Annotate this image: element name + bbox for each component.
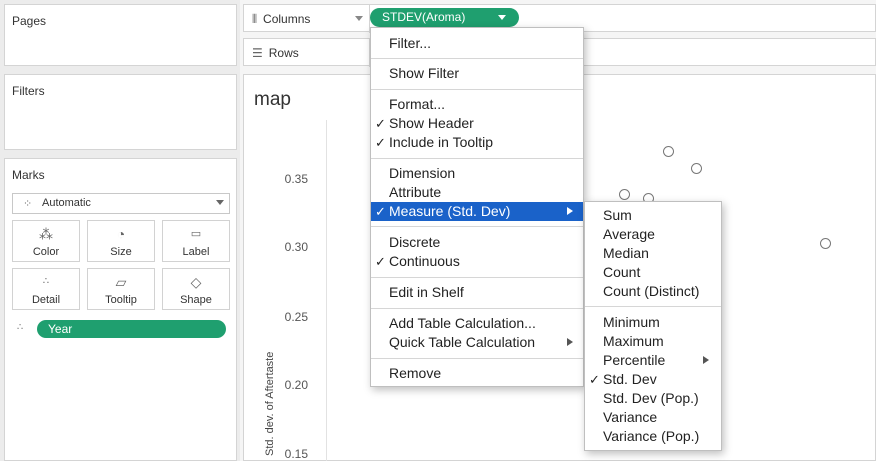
- submenu-item-variance-pop[interactable]: Variance (Pop.): [585, 427, 721, 446]
- submenu-item-sum[interactable]: Sum: [585, 206, 721, 225]
- filters-title: Filters: [12, 84, 45, 98]
- field-context-menu: Filter... Show Filter Format... ✓ Show He…: [370, 27, 584, 387]
- aggregation-submenu: Sum Average Median Count Count (Distinct…: [584, 201, 722, 451]
- submenu-arrow-icon: [567, 338, 573, 346]
- pages-title: Pages: [12, 14, 47, 28]
- menu-item-dimension[interactable]: Dimension: [371, 164, 583, 183]
- submenu-item-count[interactable]: Count: [585, 263, 721, 282]
- menu-separator: [585, 306, 721, 307]
- label-button[interactable]: ▭ Label: [162, 220, 230, 262]
- year-pill-label: Year: [48, 322, 73, 336]
- color-label: Color: [32, 246, 60, 258]
- menu-item-measure[interactable]: ✓ Measure (Std. Dev): [371, 202, 583, 221]
- chevron-down-icon: [216, 200, 224, 205]
- menu-item-show-filter[interactable]: Show Filter: [371, 64, 583, 83]
- stdev-pill-label: STDEV(Aroma): [382, 10, 466, 24]
- detail-icon: ∴: [42, 276, 50, 287]
- columns-shelf-label: ⫴ Columns: [252, 12, 311, 26]
- label-icon: ▭: [190, 228, 202, 240]
- menu-item-filter[interactable]: Filter...: [371, 34, 583, 53]
- submenu-arrow-icon: [567, 207, 573, 215]
- sheet-title: map: [254, 89, 291, 110]
- submenu-item-average[interactable]: Average: [585, 225, 721, 244]
- rows-shelf-label: ☰ Rows: [252, 46, 299, 60]
- mark-type-value: Automatic: [42, 197, 91, 209]
- submenu-item-median[interactable]: Median: [585, 244, 721, 263]
- menu-item-show-header[interactable]: ✓ Show Header: [371, 114, 583, 133]
- check-icon: ✓: [375, 116, 386, 131]
- menu-item-attribute[interactable]: Attribute: [371, 183, 583, 202]
- check-icon: ✓: [375, 135, 386, 150]
- y-axis-line: [326, 120, 327, 461]
- y-axis-title: Std. dev. of Aftertaste: [264, 351, 276, 456]
- shape-label: Shape: [180, 294, 212, 306]
- shape-icon: ◇: [190, 274, 202, 290]
- y-tick: 0.30: [284, 240, 308, 254]
- menu-separator: [371, 58, 583, 59]
- menu-item-remove[interactable]: Remove: [371, 364, 583, 383]
- menu-separator: [371, 277, 583, 278]
- y-tick: 0.35: [284, 172, 308, 186]
- menu-separator: [371, 89, 583, 90]
- menu-item-quick-table-calc[interactable]: Quick Table Calculation: [371, 333, 583, 352]
- submenu-arrow-icon: [703, 356, 709, 364]
- submenu-item-variance[interactable]: Variance: [585, 408, 721, 427]
- submenu-item-std-dev-pop[interactable]: Std. Dev (Pop.): [585, 389, 721, 408]
- menu-separator: [371, 158, 583, 159]
- marks-title: Marks: [12, 168, 45, 182]
- scatter-point[interactable]: [619, 189, 630, 200]
- year-detail-pill[interactable]: Year: [37, 320, 226, 338]
- detail-label: Detail: [31, 294, 61, 306]
- menu-item-add-table-calc[interactable]: Add Table Calculation...: [371, 314, 583, 333]
- tooltip-label: Tooltip: [105, 294, 137, 306]
- rows-icon: ☰: [252, 46, 263, 60]
- scatter-point[interactable]: [663, 146, 674, 157]
- color-icon: ⁂: [39, 226, 53, 242]
- menu-item-discrete[interactable]: Discrete: [371, 233, 583, 252]
- pill-dropdown-icon[interactable]: [498, 15, 506, 20]
- columns-dropdown-icon[interactable]: [355, 16, 363, 21]
- label-label: Label: [182, 246, 210, 258]
- menu-item-edit-in-shelf[interactable]: Edit in Shelf: [371, 283, 583, 302]
- columns-icon: ⫴: [252, 12, 258, 26]
- mark-type-dropdown[interactable]: ⁘ Automatic: [12, 193, 230, 214]
- shape-button[interactable]: ◇ Shape: [162, 268, 230, 310]
- pages-card[interactable]: Pages: [4, 4, 237, 66]
- scatter-point[interactable]: [820, 238, 831, 249]
- menu-item-continuous[interactable]: ✓ Continuous: [371, 252, 583, 271]
- submenu-item-percentile[interactable]: Percentile: [585, 351, 721, 370]
- detail-button[interactable]: ∴ Detail: [12, 268, 80, 310]
- size-icon: ◔: [116, 226, 126, 242]
- tooltip-button[interactable]: ▱ Tooltip: [87, 268, 155, 310]
- detail-field-icon: ∴: [17, 322, 24, 333]
- menu-item-include-tooltip[interactable]: ✓ Include in Tooltip: [371, 133, 583, 152]
- submenu-item-minimum[interactable]: Minimum: [585, 313, 721, 332]
- check-icon: ✓: [375, 254, 386, 269]
- menu-separator: [371, 308, 583, 309]
- submenu-item-maximum[interactable]: Maximum: [585, 332, 721, 351]
- submenu-item-std-dev[interactable]: ✓ Std. Dev: [585, 370, 721, 389]
- tooltip-icon: ▱: [115, 274, 127, 290]
- color-button[interactable]: ⁂ Color: [12, 220, 80, 262]
- menu-separator: [371, 358, 583, 359]
- check-icon: ✓: [375, 204, 386, 219]
- submenu-item-count-distinct[interactable]: Count (Distinct): [585, 282, 721, 301]
- scatter-point[interactable]: [691, 163, 702, 174]
- automatic-mark-icon: ⁘: [23, 198, 33, 210]
- filters-card[interactable]: Filters: [4, 74, 237, 150]
- check-icon: ✓: [589, 372, 600, 387]
- size-button[interactable]: ◔ Size: [87, 220, 155, 262]
- stdev-aroma-pill[interactable]: STDEV(Aroma): [370, 8, 519, 27]
- menu-separator: [371, 226, 583, 227]
- menu-item-format[interactable]: Format...: [371, 95, 583, 114]
- size-label: Size: [110, 246, 132, 258]
